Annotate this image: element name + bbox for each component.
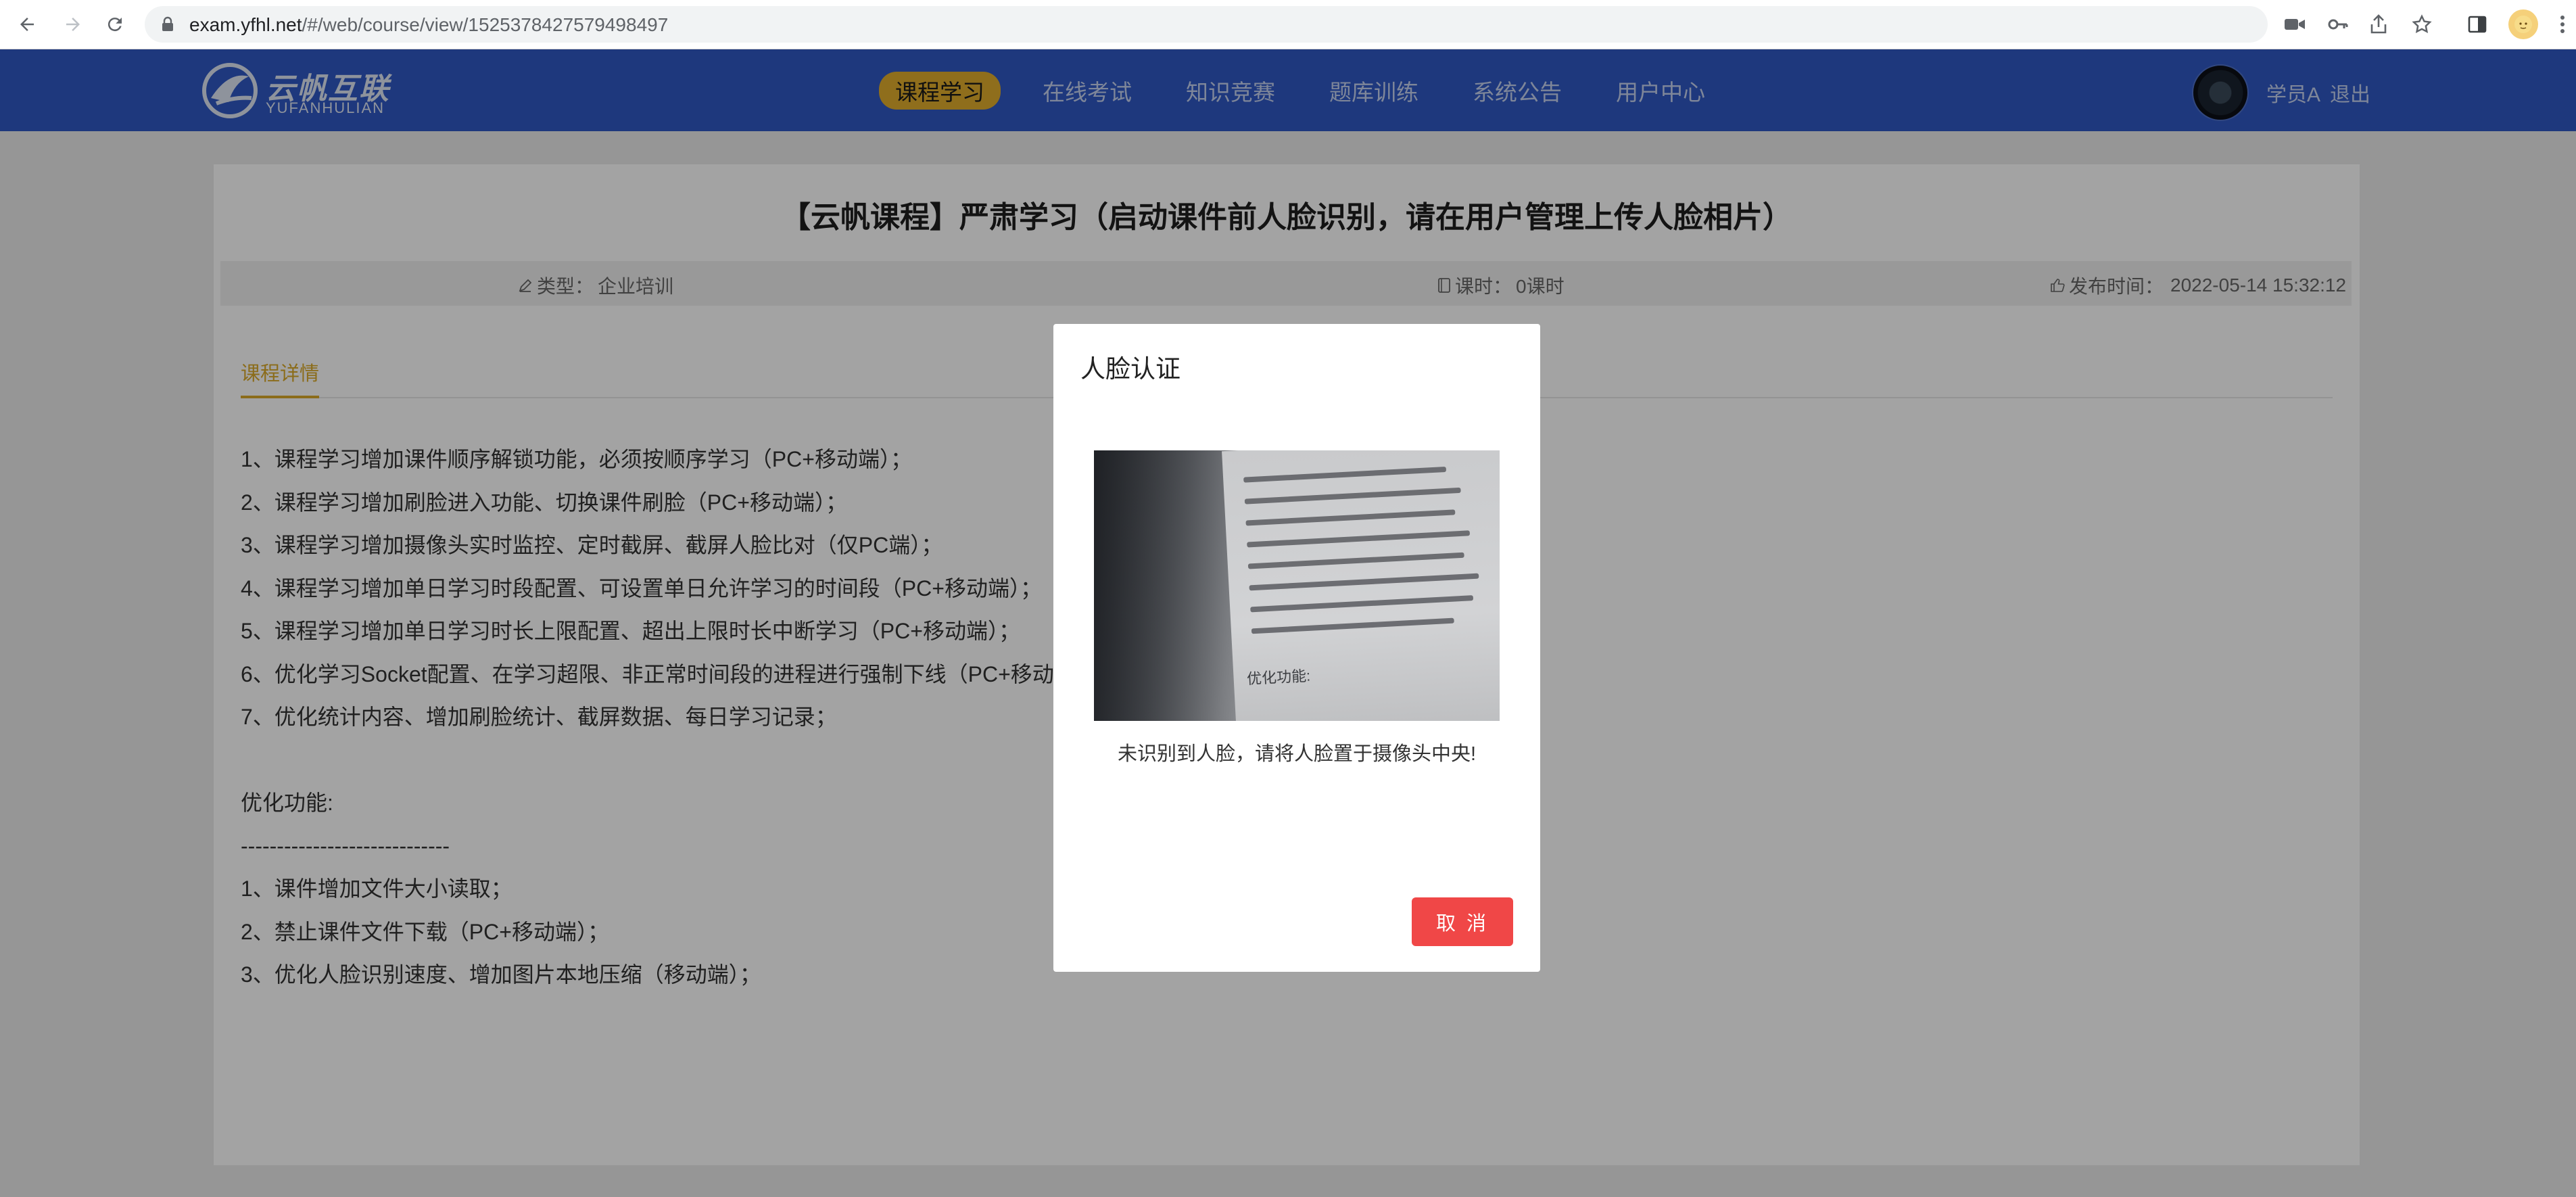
- reload-icon[interactable]: [99, 8, 131, 41]
- browser-toolbar: exam.yfhl.net/#/web/course/view/15253784…: [0, 0, 2576, 49]
- share-icon[interactable]: [2364, 9, 2393, 39]
- camera-icon[interactable]: [2280, 9, 2310, 39]
- face-detect-message: 未识别到人脸，请将人脸置于摄像头中央!: [1117, 743, 1477, 765]
- url-path: /#/web/course/view/1525378427579498497: [302, 14, 669, 35]
- back-arrow-icon[interactable]: [11, 8, 43, 41]
- bookmark-star-icon[interactable]: [2407, 9, 2437, 39]
- forward-arrow-icon[interactable]: [57, 8, 89, 41]
- key-icon[interactable]: [2323, 9, 2353, 39]
- address-bar[interactable]: exam.yfhl.net/#/web/course/view/15253784…: [145, 6, 2268, 43]
- side-panel-icon[interactable]: [2462, 9, 2492, 39]
- kebab-menu-icon[interactable]: [2548, 9, 2576, 39]
- camera-preview: 优化功能:: [1094, 450, 1500, 721]
- browser-profile-icon[interactable]: [2508, 9, 2538, 39]
- dialog-title: 人脸认证: [1080, 355, 1180, 383]
- url-host: exam.yfhl.net: [189, 14, 302, 35]
- camera-overlay-text: 优化功能:: [1246, 667, 1311, 688]
- camera-shadow: [1094, 450, 1236, 721]
- url-text: exam.yfhl.net/#/web/course/view/15253784…: [189, 14, 668, 36]
- lock-icon: [161, 16, 174, 36]
- cancel-button[interactable]: 取 消: [1412, 897, 1513, 946]
- face-auth-dialog: 人脸认证 优化功能: 未识别到人脸，请将人脸置于摄像头中央! 取 消: [1053, 324, 1540, 972]
